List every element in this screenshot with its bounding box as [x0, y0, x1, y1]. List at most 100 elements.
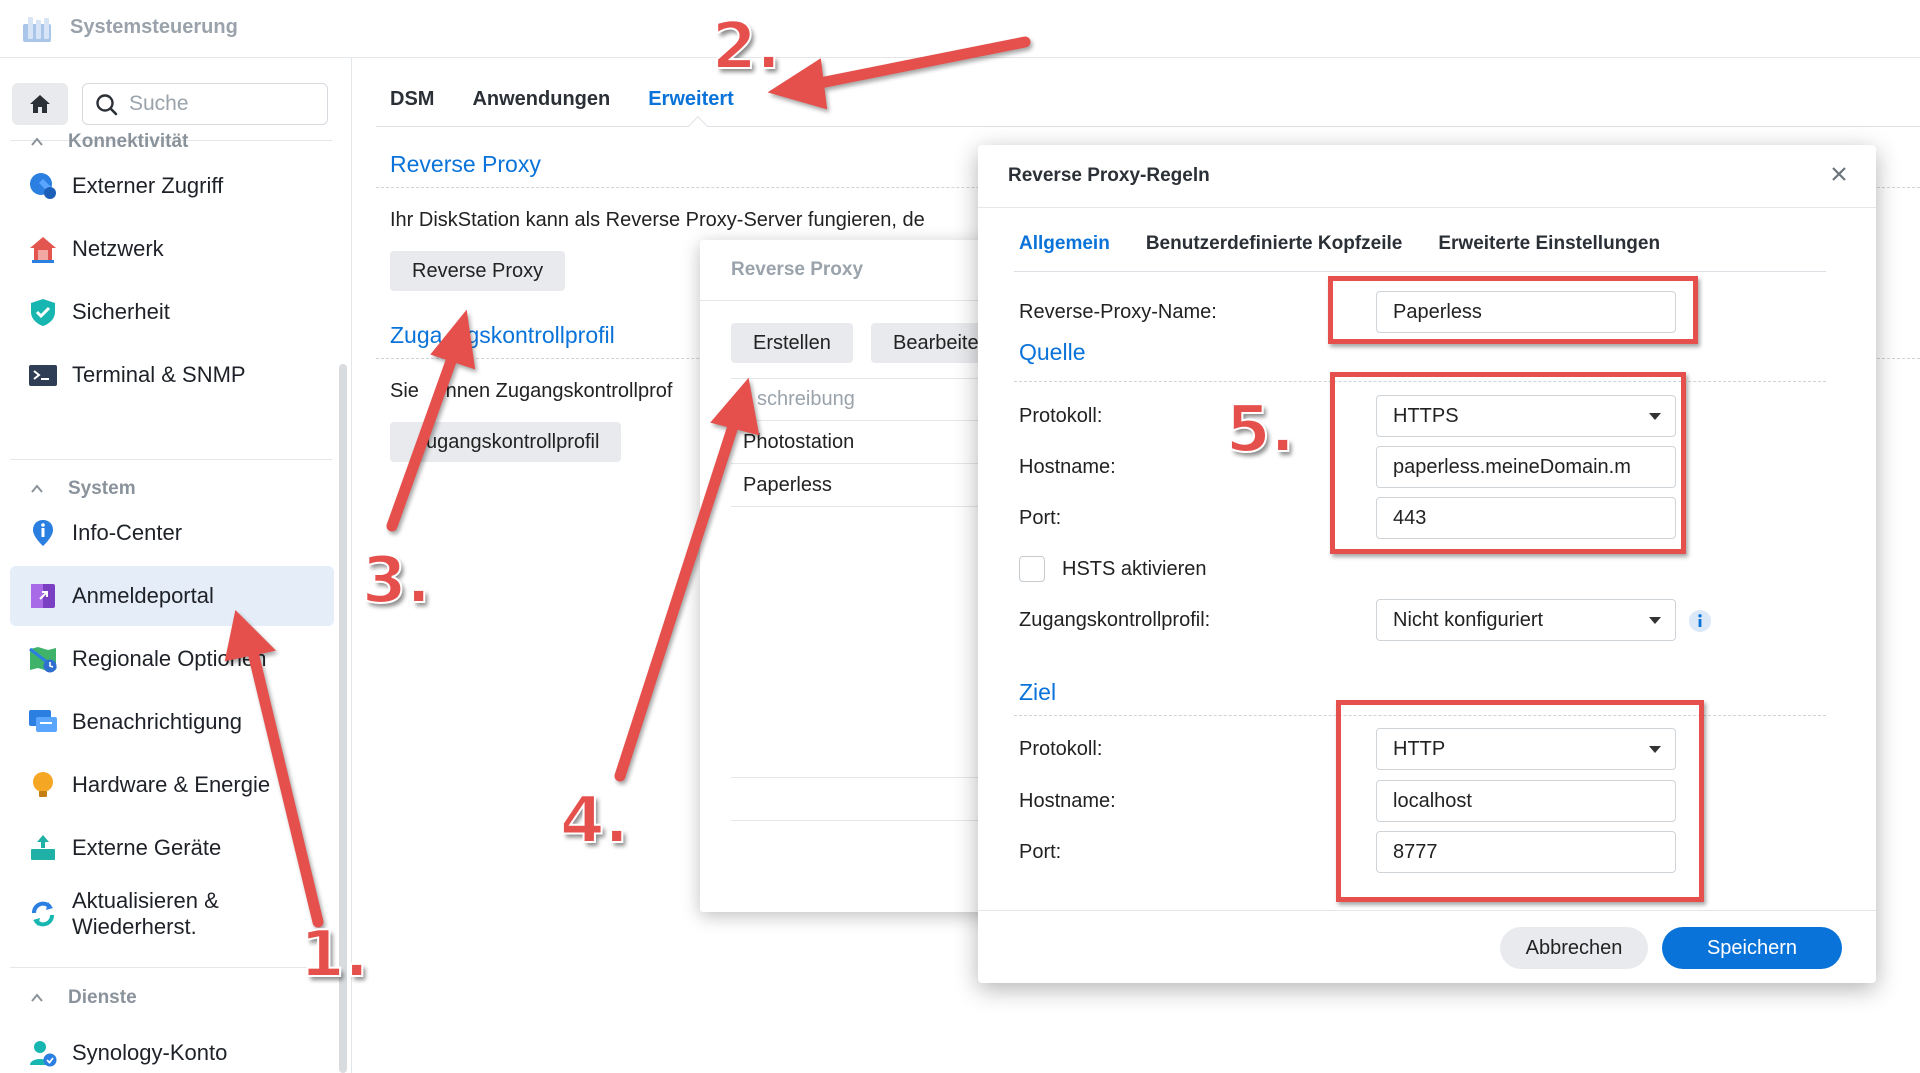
dialog-divider: [700, 300, 1000, 301]
sidebar-divider: [10, 459, 332, 460]
highlight-box-source: [1330, 372, 1686, 554]
search-icon: [96, 94, 118, 116]
external-access-icon: [30, 173, 56, 199]
dialog-tabs: Allgemein Benutzerdefinierte Kopfzeile E…: [1019, 233, 1696, 255]
section-title: Dienste: [68, 987, 137, 1008]
user-account-icon: [30, 1041, 57, 1067]
tab-general[interactable]: Allgemein: [1019, 233, 1110, 255]
table-row[interactable]: Paperless: [731, 464, 1000, 507]
app-title: Systemsteuerung: [70, 16, 238, 38]
sidebar-item-notification[interactable]: Benachrichtigung: [10, 692, 334, 752]
section-title: System: [68, 478, 136, 499]
tab-dsm[interactable]: DSM: [390, 88, 434, 122]
section-header-system[interactable]: System: [30, 478, 136, 500]
access-profile-description: Sie onnen Zugangskontrollprof: [390, 380, 672, 403]
tab-advanced-settings[interactable]: Erweiterte Einstellungen: [1438, 233, 1660, 255]
sidebar-item-external-access[interactable]: Externer Zugriff: [10, 156, 334, 216]
access-profile-section-title: Zuga gskontrollprofil: [390, 322, 615, 349]
reverse-proxy-description: Ihr DiskStation kann als Reverse Proxy-S…: [390, 209, 925, 231]
annotation-step-3: 3.: [361, 543, 432, 619]
sidebar-item-label: Externe Geräte: [72, 834, 222, 860]
hsts-checkbox[interactable]: [1019, 556, 1045, 582]
home-button[interactable]: [12, 83, 68, 125]
source-section-title: Quelle: [1019, 339, 1086, 365]
target-protocol-label: Protokoll:: [1019, 738, 1103, 760]
create-button[interactable]: Erstellen: [731, 323, 853, 363]
section-header-connectivity[interactable]: Konnektivität: [30, 131, 188, 153]
close-button[interactable]: [1824, 159, 1854, 189]
target-hostname-label: Hostname:: [1019, 790, 1116, 812]
login-portal-icon: [31, 584, 55, 608]
target-port-label: Port:: [1019, 841, 1062, 863]
access-profile-label: Zugangskontrollprofil:: [1019, 609, 1211, 631]
cancel-button[interactable]: Abbrechen: [1500, 927, 1648, 969]
sidebar-item-label: Netzwerk: [72, 235, 164, 261]
hsts-label: HSTS aktivieren: [1062, 558, 1207, 580]
sidebar-item-label: Hardware & Energie: [72, 771, 271, 797]
dialog-footer-divider: [978, 910, 1876, 911]
sidebar-item-synology-account[interactable]: Synology-Konto: [10, 1023, 334, 1073]
terminal-icon: [29, 365, 57, 386]
sidebar-item-terminal[interactable]: Terminal & SNMP: [10, 345, 334, 405]
sidebar-item-label: Info-Center: [72, 519, 183, 545]
annotation-step-5: 5.: [1225, 392, 1296, 468]
control-panel-icon: [23, 17, 51, 42]
chevron-up-icon: [31, 993, 43, 1002]
sidebar-item-security[interactable]: Sicherheit: [10, 282, 334, 342]
info-icon[interactable]: [1688, 609, 1712, 633]
annotation-step-1: 1.: [299, 917, 370, 993]
sidebar-item-label: Benachrichtigung: [72, 708, 243, 734]
sidebar-item-label: Terminal & SNMP: [72, 361, 246, 387]
sidebar-item-label: Anmeldeportal: [72, 582, 214, 608]
proxy-rules-table: schreibung Photostation Paperless: [731, 378, 1000, 507]
home-icon: [30, 95, 50, 113]
dialog-divider: [978, 207, 1876, 208]
sidebar-item-login-portal[interactable]: Anmeldeportal: [10, 566, 334, 626]
reverse-proxy-section-title: Reverse Proxy: [390, 151, 541, 177]
save-button[interactable]: Speichern: [1662, 927, 1842, 969]
search-input[interactable]: [129, 89, 319, 119]
sidebar-item-hardware-energy[interactable]: Hardware & Energie: [10, 755, 334, 815]
label-line-2: Wiederherst.: [72, 914, 197, 939]
search-field[interactable]: [82, 83, 328, 125]
desc-part-a: Sie: [390, 380, 425, 402]
sidebar-item-regional-options[interactable]: Regionale Optionen: [10, 629, 334, 689]
desc-part-b: onnen Zugangskontrollprof: [434, 380, 673, 402]
tab-custom-header[interactable]: Benutzerdefinierte Kopfzeile: [1146, 233, 1403, 255]
source-protocol-label: Protokoll:: [1019, 405, 1103, 427]
table-footer-divider: [731, 777, 1000, 778]
column-header-label: schreibung: [757, 388, 855, 410]
label-line-1: Aktualisieren &: [72, 887, 219, 913]
chevron-up-icon: [31, 137, 43, 146]
section-header-services[interactable]: Dienste: [30, 987, 137, 1009]
main-tabs: DSM Anwendungen Erweitert: [390, 88, 772, 122]
close-icon: [1832, 167, 1846, 181]
dialog-title: Reverse Proxy: [731, 259, 864, 280]
sidebar-divider: [10, 967, 332, 968]
proxy-name-label: Reverse-Proxy-Name:: [1019, 301, 1217, 323]
title-part-a: Zuga: [390, 322, 443, 348]
table-row[interactable]: Photostation: [731, 421, 1000, 464]
table-footer-divider: [731, 820, 1000, 821]
source-hostname-label: Hostname:: [1019, 456, 1116, 478]
sidebar-item-label: Regionale Optionen: [72, 645, 267, 671]
sidebar-item-update-restore[interactable]: Aktualisieren & Wiederherst.: [10, 880, 334, 948]
highlight-box-name: [1328, 276, 1698, 344]
lightbulb-icon: [33, 772, 53, 797]
sidebar-item-network[interactable]: Netzwerk: [10, 219, 334, 279]
sidebar-item-label: Synology-Konto: [72, 1039, 228, 1065]
sidebar-item-info-center[interactable]: Info-Center: [10, 503, 334, 563]
reverse-proxy-button[interactable]: Reverse Proxy: [390, 251, 566, 291]
sidebar-item-label: Aktualisieren & Wiederherst.: [72, 888, 219, 941]
access-profile-select[interactable]: Nicht konfiguriert: [1376, 599, 1676, 641]
selected-value: Nicht konfiguriert: [1393, 608, 1544, 631]
sidebar-item-label: Externer Zugriff: [72, 172, 224, 198]
tab-advanced[interactable]: Erweitert: [648, 88, 734, 122]
access-profile-button[interactable]: ugangskontrollprofil: [390, 422, 622, 462]
dropdown-caret-icon: [1649, 617, 1661, 624]
tab-applications[interactable]: Anwendungen: [472, 88, 610, 122]
update-arrows-icon: [32, 901, 54, 927]
sidebar-item-external-devices[interactable]: Externe Geräte: [10, 818, 334, 878]
column-header-description[interactable]: schreibung: [731, 378, 1000, 421]
tabs-divider: [376, 126, 1920, 127]
